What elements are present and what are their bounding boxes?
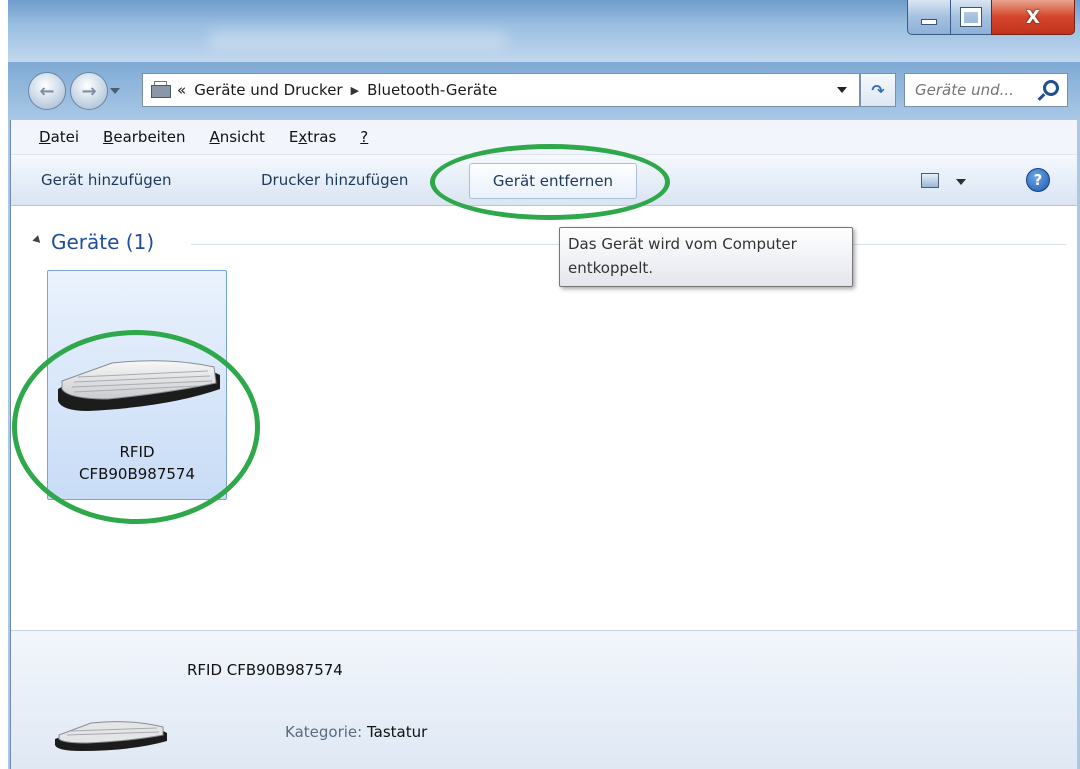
details-device-name: RFID CFB90B987574 xyxy=(187,661,343,679)
address-dropdown-icon[interactable] xyxy=(837,87,847,93)
back-button[interactable]: ← xyxy=(28,72,66,110)
search-input[interactable] xyxy=(913,80,1039,100)
details-pane: RFID CFB90B987574 Kategorie: Tastatur xyxy=(11,630,1077,769)
device-tile[interactable]: RFID CFB90B987574 xyxy=(47,270,227,500)
refresh-icon: ↷ xyxy=(871,80,885,100)
menu-accel: x xyxy=(298,128,308,146)
menu-help[interactable]: ? xyxy=(360,128,368,146)
tooltip-line1: Das Gerät wird vom Computer xyxy=(568,235,797,253)
category-value: Tastatur xyxy=(366,723,428,741)
menu-bar: Datei Bearbeiten Ansicht Extras ? xyxy=(11,120,1077,155)
title-bar-glow xyxy=(208,30,508,50)
menu-accel: ? xyxy=(360,128,369,146)
breadcrumb-overflow[interactable]: « xyxy=(177,81,186,99)
content-frame: Datei Bearbeiten Ansicht Extras ? Gerät … xyxy=(10,120,1077,769)
view-options-dropdown-icon[interactable] xyxy=(956,179,966,185)
close-button[interactable]: X xyxy=(991,0,1075,35)
forward-button[interactable]: → xyxy=(70,72,108,110)
search-icon[interactable] xyxy=(1043,80,1059,96)
command-bar: Gerät hinzufügen Drucker hinzufügen Gerä… xyxy=(11,155,1077,206)
group-header[interactable]: Geräte (1) xyxy=(32,230,155,254)
address-bar[interactable]: « Geräte und Drucker ▶ Bluetooth-Geräte xyxy=(142,73,860,107)
add-device-button[interactable]: Gerät hinzufügen xyxy=(29,163,183,197)
minimize-icon xyxy=(921,19,937,25)
menu-ansicht[interactable]: Ansicht xyxy=(209,128,264,146)
arrow-left-icon: ← xyxy=(39,80,55,102)
search-box[interactable] xyxy=(904,73,1068,107)
breadcrumb-geraete-und-drucker[interactable]: Geräte und Drucker xyxy=(194,81,342,99)
collapse-triangle-icon[interactable] xyxy=(32,234,44,246)
refresh-button[interactable]: ↷ xyxy=(860,73,896,107)
minimize-button[interactable] xyxy=(907,0,951,35)
explorer-window: X ← → « Geräte und Drucker ▶ Bluetooth-G… xyxy=(8,0,1080,769)
details-category: Kategorie: Tastatur xyxy=(285,723,427,741)
menu-accel: B xyxy=(103,128,114,146)
maximize-button[interactable] xyxy=(950,0,992,35)
remove-device-button[interactable]: Gerät entfernen xyxy=(469,163,637,199)
menu-text: earbeiten xyxy=(113,128,186,146)
help-icon[interactable]: ? xyxy=(1026,168,1050,192)
arrow-right-icon: → xyxy=(81,80,97,102)
recent-pages-dropdown[interactable] xyxy=(110,88,120,94)
keyboard-icon xyxy=(58,360,220,411)
tooltip: Das Gerät wird vom Computer entkoppelt. xyxy=(559,227,853,287)
title-bar[interactable]: X xyxy=(8,0,1080,62)
menu-accel: D xyxy=(39,128,51,146)
menu-text: tras xyxy=(307,128,337,146)
menu-text: nsicht xyxy=(219,128,265,146)
device-label: RFID CFB90B987574 xyxy=(48,441,226,485)
category-key: Kategorie: xyxy=(285,723,363,741)
breadcrumb-bluetooth-geraete[interactable]: Bluetooth-Geräte xyxy=(367,81,497,99)
printer-body xyxy=(151,85,171,98)
menu-extras[interactable]: Extras xyxy=(289,128,336,146)
change-view-icon[interactable] xyxy=(921,173,939,188)
add-printer-button[interactable]: Drucker hinzufügen xyxy=(249,163,420,197)
menu-datei[interactable]: Datei xyxy=(39,128,79,146)
menu-accel: A xyxy=(209,128,220,146)
menu-bearbeiten[interactable]: Bearbeiten xyxy=(103,128,185,146)
menu-text: atei xyxy=(50,128,80,146)
devices-printers-icon xyxy=(149,81,171,99)
keyboard-icon xyxy=(55,721,167,751)
device-name-line2: CFB90B987574 xyxy=(78,465,196,483)
maximize-icon xyxy=(960,7,982,27)
device-name-line1: RFID xyxy=(119,443,155,461)
menu-text: E xyxy=(288,128,299,146)
close-icon: X xyxy=(1026,6,1040,28)
group-title: Geräte (1) xyxy=(51,230,155,254)
chevron-right-icon[interactable]: ▶ xyxy=(351,84,359,97)
breadcrumb: « Geräte und Drucker ▶ Bluetooth-Geräte xyxy=(177,81,497,99)
tooltip-line2: entkoppelt. xyxy=(568,259,654,277)
